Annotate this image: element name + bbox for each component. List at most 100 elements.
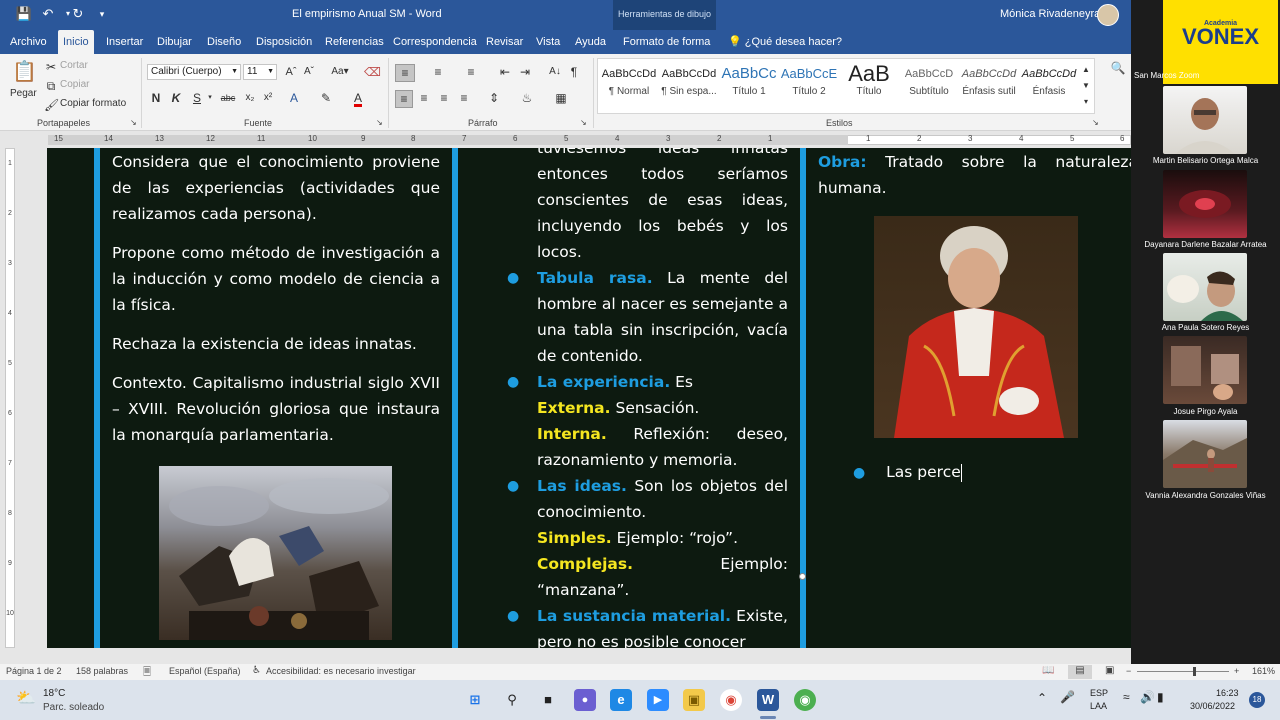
clear-formatting-icon[interactable]: ⌫ <box>364 64 381 80</box>
participant-video[interactable] <box>1163 170 1247 238</box>
find-icon[interactable]: 🔍 <box>1110 60 1126 76</box>
horizontal-ruler[interactable]: 15 14 13 12 11 10 9 8 7 6 5 4 3 2 1 1 2 … <box>0 131 1131 148</box>
avatar[interactable] <box>1097 4 1119 26</box>
subscript-icon[interactable]: x₂ <box>243 90 257 106</box>
tab-disposicion[interactable]: Disposición <box>251 30 317 54</box>
clipboard-launcher-icon[interactable]: ↘ <box>130 118 137 127</box>
print-layout-icon[interactable]: ▤ <box>1068 665 1092 679</box>
show-formatting-icon[interactable]: ¶ <box>567 64 581 80</box>
customize-qat-icon[interactable]: ▾ <box>92 5 112 23</box>
tab-vista[interactable]: Vista <box>531 30 565 54</box>
font-color-icon[interactable]: A <box>350 90 366 106</box>
task-view-icon[interactable]: ■ <box>537 689 559 711</box>
edge-icon[interactable]: e <box>610 689 632 711</box>
column-2[interactable]: tuviésemos ideas innatas entonces todos … <box>507 148 788 648</box>
superscript-icon[interactable]: x² <box>261 90 275 106</box>
chrome-icon[interactable]: ◉ <box>720 689 742 711</box>
volume-icon[interactable]: 🔊 <box>1140 690 1155 704</box>
tab-archivo[interactable]: Archivo <box>5 30 52 54</box>
tab-revisar[interactable]: Revisar <box>481 30 528 54</box>
participant-video[interactable] <box>1163 420 1247 488</box>
list-item[interactable]: ● Las perce <box>853 459 1131 486</box>
language-indicator[interactable]: Español (España) <box>169 666 241 676</box>
page-count[interactable]: Página 1 de 2 <box>6 666 62 676</box>
italic-icon[interactable]: K <box>170 90 182 106</box>
tab-inicio[interactable]: Inicio <box>58 30 94 54</box>
tab-formato-de-forma[interactable]: Formato de forma <box>618 30 715 54</box>
accessibility-icon[interactable]: ♿ <box>252 665 261 676</box>
copy-button[interactable]: Copiar <box>60 79 89 90</box>
paragraph-launcher-icon[interactable]: ↘ <box>580 118 587 127</box>
font-size-dropdown[interactable]: 11 ▼ <box>243 64 277 80</box>
shading-icon[interactable]: ♨ <box>517 90 537 106</box>
styles-scroll-up-icon[interactable]: ▲ <box>1080 62 1092 78</box>
participant-video[interactable] <box>1163 253 1247 321</box>
column-1[interactable]: Considera que el conocimiento proviene d… <box>112 149 440 461</box>
style-heading-1[interactable]: AaBbCc Título 1 <box>719 62 779 102</box>
zoom-slider[interactable] <box>1137 671 1229 672</box>
borders-icon[interactable]: ▦ <box>551 90 571 106</box>
align-left-icon[interactable]: ≡ <box>395 90 413 108</box>
tab-insertar[interactable]: Insertar <box>101 30 148 54</box>
style-no-spacing[interactable]: AaBbCcDd ¶ Sin espa... <box>659 62 719 102</box>
file-explorer-icon[interactable]: ▣ <box>683 689 705 711</box>
zoom-out-icon[interactable]: − <box>1126 666 1131 676</box>
increase-indent-icon[interactable]: ⇥ <box>517 64 533 80</box>
zoom-level[interactable]: 161% <box>1252 666 1275 676</box>
chrome-profile-icon[interactable]: ◉ <box>794 689 816 711</box>
shrink-font-icon[interactable]: Aˇ <box>302 64 316 80</box>
battle-painting-image[interactable] <box>159 466 392 640</box>
clock-time[interactable]: 16:23 <box>1216 688 1239 698</box>
battery-icon[interactable]: ▮ <box>1157 690 1164 704</box>
document-page[interactable]: Considera que el conocimiento proviene d… <box>47 148 1131 648</box>
cut-button[interactable]: Cortar <box>60 60 88 71</box>
tell-me-search[interactable]: 💡 ¿Qué desea hacer? <box>728 30 842 54</box>
participant-video[interactable] <box>1163 336 1247 404</box>
weather-icon[interactable]: ⛅ <box>16 688 36 708</box>
format-painter-icon[interactable]: 🖌 <box>44 97 59 113</box>
format-painter-button[interactable]: Copiar formato <box>60 98 126 109</box>
redo-icon[interactable]: ↻ <box>68 5 88 23</box>
grow-font-icon[interactable]: Aˆ <box>284 64 298 80</box>
style-normal[interactable]: AaBbCcDd ¶ Normal <box>599 62 659 102</box>
web-layout-icon[interactable]: ▣ <box>1105 665 1114 676</box>
bold-icon[interactable]: N <box>150 90 162 106</box>
strikethrough-icon[interactable]: abc <box>220 90 236 106</box>
input-language[interactable]: ESP <box>1090 688 1108 698</box>
column-3[interactable]: Obra: Tratado sobre la naturaleza humana… <box>818 149 1131 201</box>
style-emphasis[interactable]: AaBbCcDd Énfasis <box>1019 62 1079 102</box>
undo-icon[interactable]: ↶ <box>38 5 58 23</box>
search-icon[interactable]: ⚲ <box>501 689 523 711</box>
tab-ayuda[interactable]: Ayuda <box>570 30 611 54</box>
paste-icon[interactable]: 📋 <box>12 60 37 84</box>
style-heading-2[interactable]: AaBbCcE Título 2 <box>779 62 839 102</box>
style-title[interactable]: AaB Título <box>839 62 899 102</box>
align-center-icon[interactable]: ≡ <box>416 90 432 106</box>
save-icon[interactable]: 💾 <box>14 5 34 23</box>
portrait-image[interactable] <box>874 216 1078 438</box>
tab-dibujar[interactable]: Dibujar <box>152 30 197 54</box>
cut-icon[interactable]: ✂ <box>44 59 58 75</box>
styles-launcher-icon[interactable]: ↘ <box>1092 118 1099 127</box>
windows-start-icon[interactable]: ⊞ <box>464 689 486 711</box>
weather-text[interactable]: Parc. soleado <box>43 702 104 713</box>
tab-referencias[interactable]: Referencias <box>320 30 389 54</box>
participant-video[interactable] <box>1163 86 1247 154</box>
font-launcher-icon[interactable]: ↘ <box>376 118 383 127</box>
show-hidden-icons-icon[interactable]: ⌃ <box>1037 691 1047 705</box>
decrease-indent-icon[interactable]: ⇤ <box>497 64 513 80</box>
wifi-icon[interactable]: ≈ <box>1123 690 1130 704</box>
teams-chat-icon[interactable]: ● <box>574 689 596 711</box>
input-layout[interactable]: LAA <box>1090 701 1107 711</box>
vertical-ruler[interactable]: 1 2 3 4 5 6 7 8 9 10 <box>0 148 18 648</box>
change-case-icon[interactable]: Aa▾ <box>328 64 352 80</box>
read-mode-icon[interactable]: 📖 <box>1042 665 1054 676</box>
copy-icon[interactable]: ⧉ <box>44 78 58 94</box>
multilevel-list-icon[interactable]: ≡ <box>462 64 480 80</box>
zoom-in-icon[interactable]: + <box>1234 666 1239 676</box>
text-effects-icon[interactable]: A <box>286 90 302 106</box>
microphone-icon[interactable]: 🎤 <box>1060 690 1075 704</box>
style-subtle-emphasis[interactable]: AaBbCcDd Énfasis sutil <box>959 62 1019 102</box>
line-spacing-icon[interactable]: ⇕ <box>484 90 504 106</box>
font-name-dropdown[interactable]: Calibri (Cuerpo) ▼ <box>147 64 241 80</box>
